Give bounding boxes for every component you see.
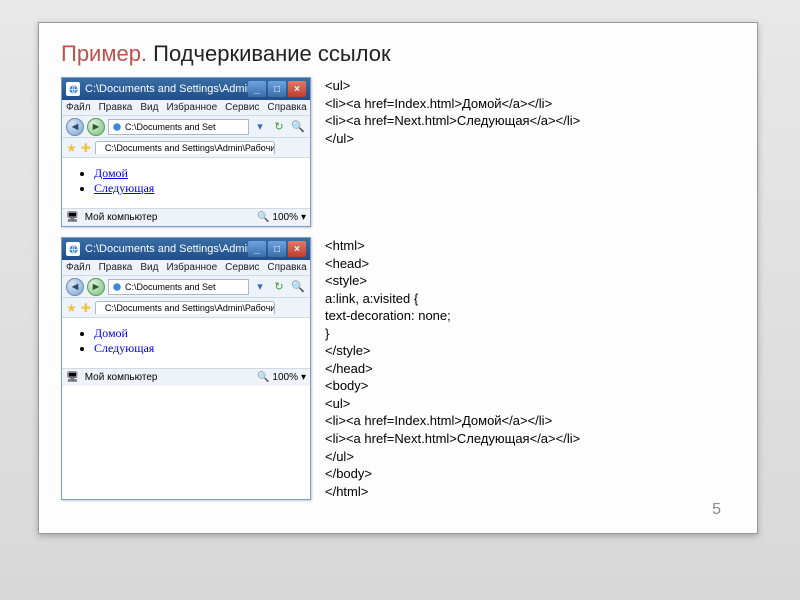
minimize-button[interactable]: _: [248, 81, 266, 97]
back-button[interactable]: ◄: [66, 278, 84, 296]
ie-icon: [112, 122, 122, 132]
browser-window-2: C:\Documents and Settings\Admin\P... _ □…: [61, 237, 311, 500]
address-text: C:\Documents and Set: [125, 122, 216, 132]
refresh-icon[interactable]: ↻: [271, 279, 287, 295]
menubar: Файл Правка Вид Избранное Сервис Справка: [62, 260, 310, 276]
zoom-value: 100%: [272, 212, 298, 223]
favorites-icon[interactable]: ★: [66, 301, 77, 315]
slide-title: Пример. Подчеркивание ссылок: [61, 41, 735, 67]
maximize-button[interactable]: □: [268, 241, 286, 257]
computer-icon: 🖥: [66, 212, 79, 223]
statusbar: 🖥 Мой компьютер 🔍 100% ▾: [62, 368, 310, 386]
zoom-dropdown-icon: ▾: [301, 212, 306, 223]
close-button[interactable]: ×: [288, 241, 306, 257]
slide: Пример. Подчеркивание ссылок C:\Document…: [38, 22, 758, 534]
maximize-button[interactable]: □: [268, 81, 286, 97]
browser-window-1: C:\Documents and Settings\Admin\P... _ □…: [61, 77, 311, 227]
window-title: C:\Documents and Settings\Admin\P...: [85, 83, 248, 95]
search-icon[interactable]: 🔍: [290, 119, 306, 135]
minimize-button[interactable]: _: [248, 241, 266, 257]
link-next[interactable]: Следующая: [94, 181, 154, 195]
menu-help[interactable]: Справка: [267, 262, 306, 273]
window-buttons: _ □ ×: [248, 81, 306, 97]
zoom-control[interactable]: 🔍 100% ▾: [257, 372, 306, 383]
title-rest: Подчеркивание ссылок: [147, 41, 391, 66]
tab[interactable]: C:\Documents and Settings\Admin\Рабочий …: [95, 301, 275, 314]
search-icon[interactable]: 🔍: [290, 279, 306, 295]
statusbar: 🖥 Мой компьютер 🔍 100% ▾: [62, 208, 310, 226]
menu-help[interactable]: Справка: [267, 102, 306, 113]
add-favorite-icon[interactable]: ✚: [81, 141, 91, 155]
menu-favorites[interactable]: Избранное: [166, 262, 217, 273]
refresh-icon[interactable]: ↻: [271, 119, 287, 135]
zoom-control[interactable]: 🔍 100% ▾: [257, 212, 306, 223]
status-text: Мой компьютер: [85, 212, 158, 223]
menu-tools[interactable]: Сервис: [225, 102, 259, 113]
link-next[interactable]: Следующая: [94, 341, 154, 355]
status-text: Мой компьютер: [85, 372, 158, 383]
favorites-icon[interactable]: ★: [66, 141, 77, 155]
tab[interactable]: C:\Documents and Settings\Admin\Рабочий …: [95, 141, 275, 154]
menu-tools[interactable]: Сервис: [225, 262, 259, 273]
menu-file[interactable]: Файл: [66, 102, 91, 113]
link-home[interactable]: Домой: [94, 326, 128, 340]
zoom-icon: 🔍: [257, 372, 269, 383]
code-block-2: <html> <head> <style> a:link, a:visited …: [325, 237, 580, 500]
menu-favorites[interactable]: Избранное: [166, 102, 217, 113]
dropdown-icon[interactable]: ▾: [252, 119, 268, 135]
tab-label: C:\Documents and Settings\Admin\Рабочий …: [105, 143, 275, 153]
ie-icon: [112, 282, 122, 292]
zoom-value: 100%: [272, 372, 298, 383]
menu-edit[interactable]: Правка: [99, 102, 133, 113]
close-button[interactable]: ×: [288, 81, 306, 97]
computer-icon: 🖥: [66, 372, 79, 383]
window-buttons: _ □ ×: [248, 241, 306, 257]
code-block-1: <ul> <li><a href=Index.html>Домой</a></l…: [325, 77, 580, 227]
tabbar: ★ ✚ C:\Documents and Settings\Admin\Рабо…: [62, 298, 310, 318]
title-accent: Пример.: [61, 41, 147, 66]
ie-icon: [66, 82, 80, 96]
address-bar[interactable]: C:\Documents and Set: [108, 279, 249, 295]
window-title: C:\Documents and Settings\Admin\P...: [85, 243, 248, 255]
page-content: Домой Следующая: [62, 318, 310, 368]
zoom-dropdown-icon: ▾: [301, 372, 306, 383]
dropdown-icon[interactable]: ▾: [252, 279, 268, 295]
tabbar: ★ ✚ C:\Documents and Settings\Admin\Рабо…: [62, 138, 310, 158]
zoom-icon: 🔍: [257, 212, 269, 223]
titlebar: C:\Documents and Settings\Admin\P... _ □…: [62, 78, 310, 100]
page-number: 5: [712, 501, 721, 519]
address-bar[interactable]: C:\Documents and Set: [108, 119, 249, 135]
titlebar: C:\Documents and Settings\Admin\P... _ □…: [62, 238, 310, 260]
back-button[interactable]: ◄: [66, 118, 84, 136]
menu-view[interactable]: Вид: [140, 262, 158, 273]
nav-toolbar: ◄ ► C:\Documents and Set ▾ ↻ 🔍: [62, 276, 310, 298]
link-home[interactable]: Домой: [94, 166, 128, 180]
ie-icon: [66, 242, 80, 256]
page-content: Домой Следующая: [62, 158, 310, 208]
address-text: C:\Documents and Set: [125, 282, 216, 292]
menu-view[interactable]: Вид: [140, 102, 158, 113]
add-favorite-icon[interactable]: ✚: [81, 301, 91, 315]
nav-toolbar: ◄ ► C:\Documents and Set ▾ ↻ 🔍: [62, 116, 310, 138]
row-2: C:\Documents and Settings\Admin\P... _ □…: [61, 237, 735, 500]
menubar: Файл Правка Вид Избранное Сервис Справка: [62, 100, 310, 116]
menu-edit[interactable]: Правка: [99, 262, 133, 273]
menu-file[interactable]: Файл: [66, 262, 91, 273]
forward-button[interactable]: ►: [87, 278, 105, 296]
tab-label: C:\Documents and Settings\Admin\Рабочий …: [105, 303, 275, 313]
forward-button[interactable]: ►: [87, 118, 105, 136]
row-1: C:\Documents and Settings\Admin\P... _ □…: [61, 77, 735, 227]
